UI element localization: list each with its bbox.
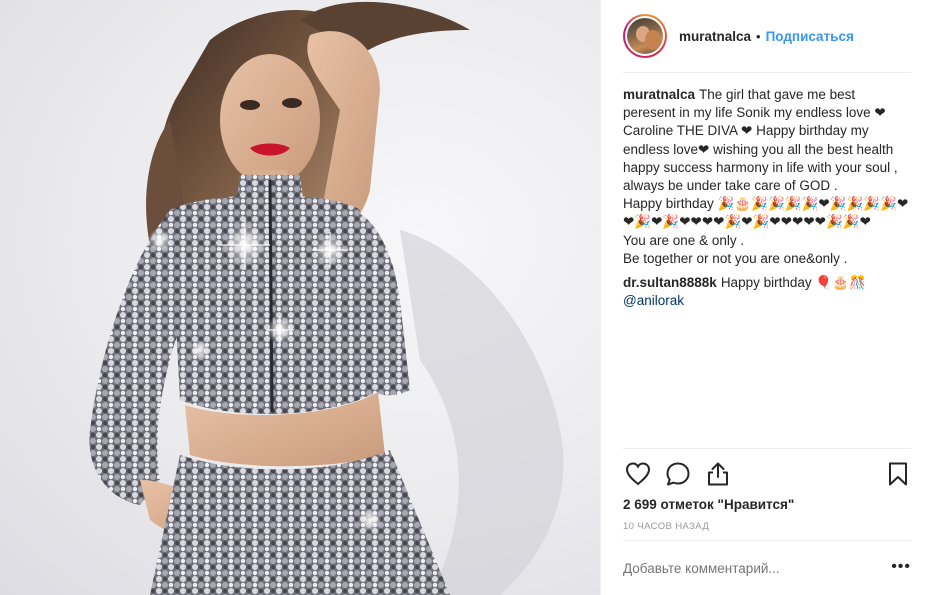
action-bar (623, 459, 913, 489)
caption-username[interactable]: muratnalca (623, 87, 695, 102)
caption-line: Be together or not you are one&only . (623, 250, 848, 266)
caption-line: muratnalca The girl that gave me best (623, 86, 913, 104)
comment-username[interactable]: dr.sultan8888k (623, 275, 717, 290)
likes-count[interactable]: 2 699 отметок "Нравится" (623, 497, 794, 512)
comments-section: muratnalca The girl that gave me best per… (623, 86, 913, 310)
post-header: muratnalca • Подписаться (601, 0, 933, 72)
bookmark-icon (889, 462, 907, 486)
post-photo[interactable] (0, 0, 600, 595)
add-comment-input[interactable] (623, 561, 883, 576)
comment-text: Happy birthday 🎈🎂🎊 (720, 275, 866, 291)
heart-outline-icon (625, 462, 651, 486)
caption-line: You are one & only . (623, 232, 745, 248)
avatar-frame (625, 16, 665, 56)
caption-text: The girl that gave me best (699, 87, 856, 102)
post-side-panel: muratnalca • Подписаться muratnalca The g… (600, 0, 933, 595)
caption-line: endless love❤ wishing you all the best h… (623, 141, 894, 157)
comment-mention-link[interactable]: @anilorak (623, 292, 913, 310)
share-upload-icon (708, 462, 728, 486)
follow-button[interactable]: Подписаться (766, 29, 854, 44)
caption-line: happy success harmony in life with your … (623, 159, 898, 175)
comment-bubble-icon (666, 462, 690, 486)
caption-line: Caroline THE DIVA ❤ Happy birthday my (623, 123, 869, 139)
caption-line: Happy birthday 🎉🎂🎉🎉🎉🎉❤🎉🎉🎉🎉❤ (623, 196, 909, 212)
actions-divider (623, 448, 911, 449)
header-separator: • (756, 28, 761, 44)
add-comment-divider (623, 540, 911, 541)
avatar[interactable] (623, 14, 667, 58)
like-button[interactable] (623, 459, 653, 489)
caption-line: peresent in my life Sonik my endless lov… (623, 105, 886, 121)
header-divider (623, 72, 911, 73)
comment-item: dr.sultan8888k Happy birthday 🎈🎂🎊 @anilor… (623, 274, 913, 310)
header-username[interactable]: muratnalca (679, 29, 751, 44)
post-timestamp[interactable]: 10 часов назад (623, 521, 709, 532)
woman-sequin-outfit-photo (89, 1, 564, 595)
caption: muratnalca The girl that gave me best per… (623, 86, 913, 268)
save-button[interactable] (883, 459, 913, 489)
avatar-image (627, 18, 663, 54)
caption-line: ❤🎉❤🎉❤❤❤❤🎉❤🎉❤❤❤❤❤🎉🎉❤ (623, 214, 871, 230)
more-options-button[interactable]: ••• (891, 559, 911, 575)
comment-button[interactable] (663, 459, 693, 489)
share-button[interactable] (703, 459, 733, 489)
caption-line: always be under take care of GOD . (623, 178, 838, 194)
